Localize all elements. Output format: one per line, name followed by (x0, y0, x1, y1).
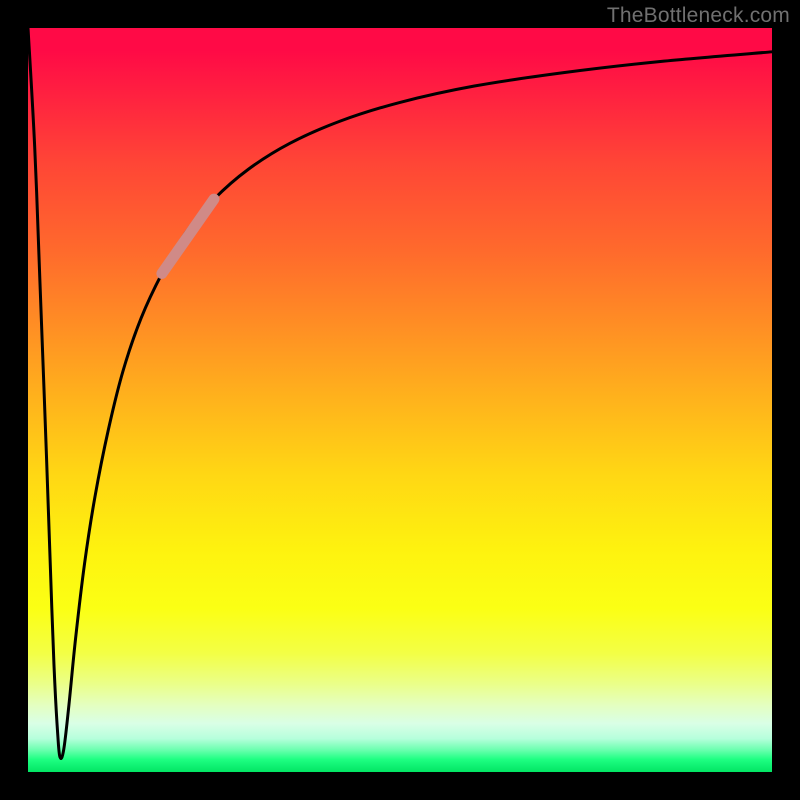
plot-area (28, 28, 772, 772)
curve-layer (28, 28, 772, 772)
bottleneck-curve (28, 28, 772, 758)
highlight-segment (162, 199, 214, 273)
watermark-text: TheBottleneck.com (607, 4, 790, 28)
chart-stage: TheBottleneck.com (0, 0, 800, 800)
